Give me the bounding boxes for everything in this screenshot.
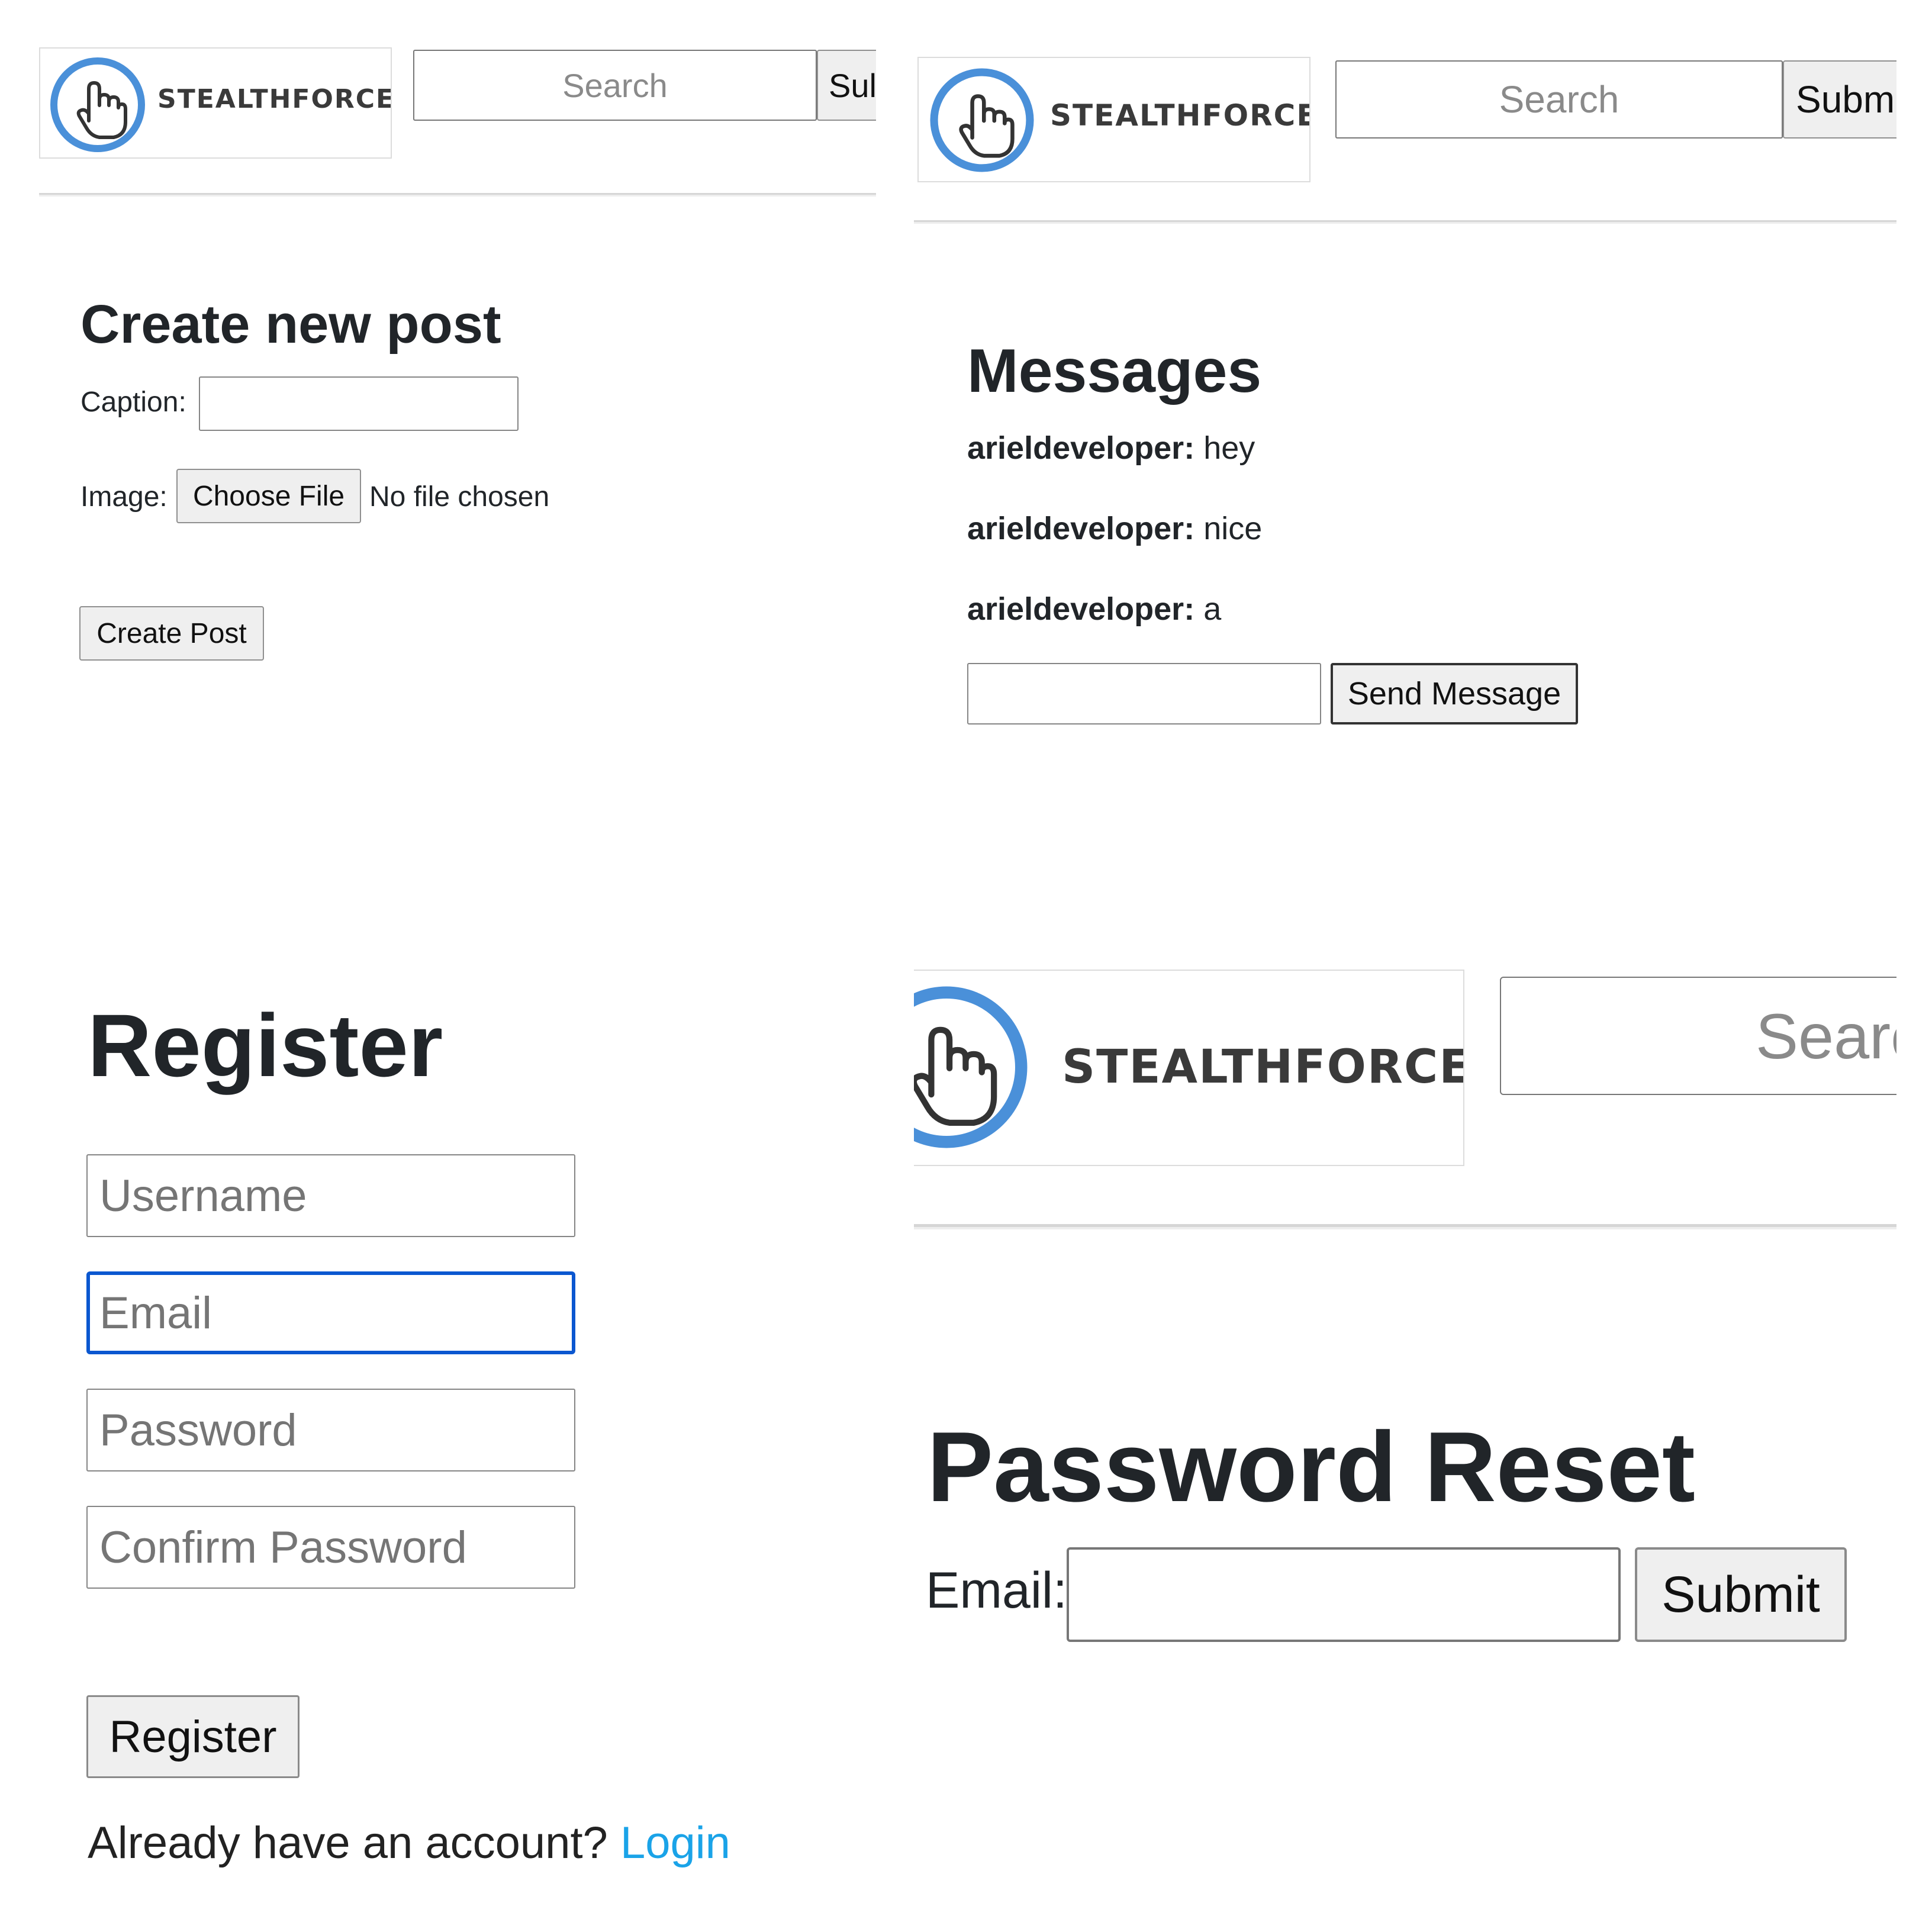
username-placeholder: Username — [99, 1170, 307, 1221]
message-text: a — [1203, 591, 1222, 627]
caption-input[interactable] — [199, 376, 519, 431]
email-field[interactable]: Email — [86, 1271, 575, 1354]
search-placeholder: Search — [1499, 78, 1619, 121]
login-prompt-text: Already have an account? — [88, 1818, 608, 1868]
page-title: Password Reset — [927, 1411, 1695, 1522]
register-panel: Register Username Email Password Confirm… — [0, 947, 888, 1932]
message-text: hey — [1203, 430, 1255, 466]
confirm-password-field[interactable]: Confirm Password — [86, 1506, 575, 1589]
site-logo[interactable]: STEALTHFORCE — [914, 970, 1464, 1166]
header-divider — [914, 1224, 1896, 1229]
message-author: arieldeveloper: — [967, 511, 1195, 546]
messages-panel: STEALTHFORCE Search Subm Messages arield… — [914, 0, 1896, 917]
pointer-hand-icon — [914, 986, 1028, 1148]
search-placeholder: Search — [562, 66, 668, 104]
message-item: arieldeveloper: a — [967, 591, 1221, 627]
message-input[interactable] — [967, 663, 1321, 724]
brand-name: STEALTHFORCE — [1050, 98, 1310, 133]
pointer-hand-icon — [930, 68, 1034, 172]
brand-name: STEALTHFORCE — [1062, 1041, 1464, 1094]
header-divider — [39, 193, 876, 197]
caption-label: Caption: — [80, 387, 186, 418]
search-submit-button[interactable]: Sul — [817, 50, 876, 121]
choose-file-label: Choose File — [192, 480, 345, 512]
brand-name: STEALTHFORCE — [157, 84, 392, 114]
reset-submit-label: Submit — [1661, 1566, 1820, 1623]
email-placeholder: Email — [99, 1287, 212, 1338]
message-author: arieldeveloper: — [967, 591, 1195, 627]
search-submit-button[interactable]: Subm — [1783, 60, 1896, 139]
no-file-status: No file chosen — [369, 481, 550, 513]
send-message-button[interactable]: Send Message — [1331, 663, 1578, 724]
page-title: Register — [88, 996, 443, 1095]
search-input[interactable]: Search — [1335, 60, 1783, 139]
create-post-label: Create Post — [96, 617, 247, 649]
email-label: Email: — [926, 1562, 1067, 1619]
search-input[interactable]: Search — [413, 50, 817, 121]
password-reset-panel: STEALTHFORCE Searc Password Reset Email:… — [914, 947, 1896, 1932]
confirm-password-placeholder: Confirm Password — [99, 1522, 467, 1573]
pointer-hand-icon — [50, 57, 145, 152]
create-post-panel: STEALTHFORCE Search Sul Create new post … — [0, 0, 876, 917]
login-prompt: Already have an account? Login — [88, 1817, 730, 1869]
header-divider — [914, 220, 1896, 224]
message-text: nice — [1203, 511, 1263, 546]
search-placeholder: Searc — [1756, 1000, 1896, 1072]
message-author: arieldeveloper: — [967, 430, 1195, 466]
page-title: Create new post — [80, 294, 501, 355]
search-submit-label: Subm — [1796, 78, 1895, 121]
password-placeholder: Password — [99, 1405, 297, 1456]
reset-submit-button[interactable]: Submit — [1635, 1547, 1847, 1642]
login-link[interactable]: Login — [620, 1818, 730, 1868]
register-button-label: Register — [109, 1711, 277, 1762]
image-label: Image: — [80, 481, 168, 513]
search-input[interactable]: Searc — [1500, 977, 1896, 1095]
reset-email-field[interactable] — [1067, 1547, 1621, 1642]
choose-file-button[interactable]: Choose File — [176, 469, 361, 523]
message-item: arieldeveloper: nice — [967, 510, 1262, 547]
page-title: Messages — [967, 337, 1262, 405]
username-field[interactable]: Username — [86, 1154, 575, 1237]
password-field[interactable]: Password — [86, 1389, 575, 1471]
register-button[interactable]: Register — [86, 1695, 300, 1778]
search-submit-label: Sul — [829, 66, 876, 104]
create-post-button[interactable]: Create Post — [79, 606, 264, 661]
site-logo[interactable]: STEALTHFORCE — [917, 57, 1310, 182]
site-logo[interactable]: STEALTHFORCE — [39, 47, 392, 159]
message-item: arieldeveloper: hey — [967, 430, 1255, 466]
send-message-label: Send Message — [1347, 676, 1561, 711]
